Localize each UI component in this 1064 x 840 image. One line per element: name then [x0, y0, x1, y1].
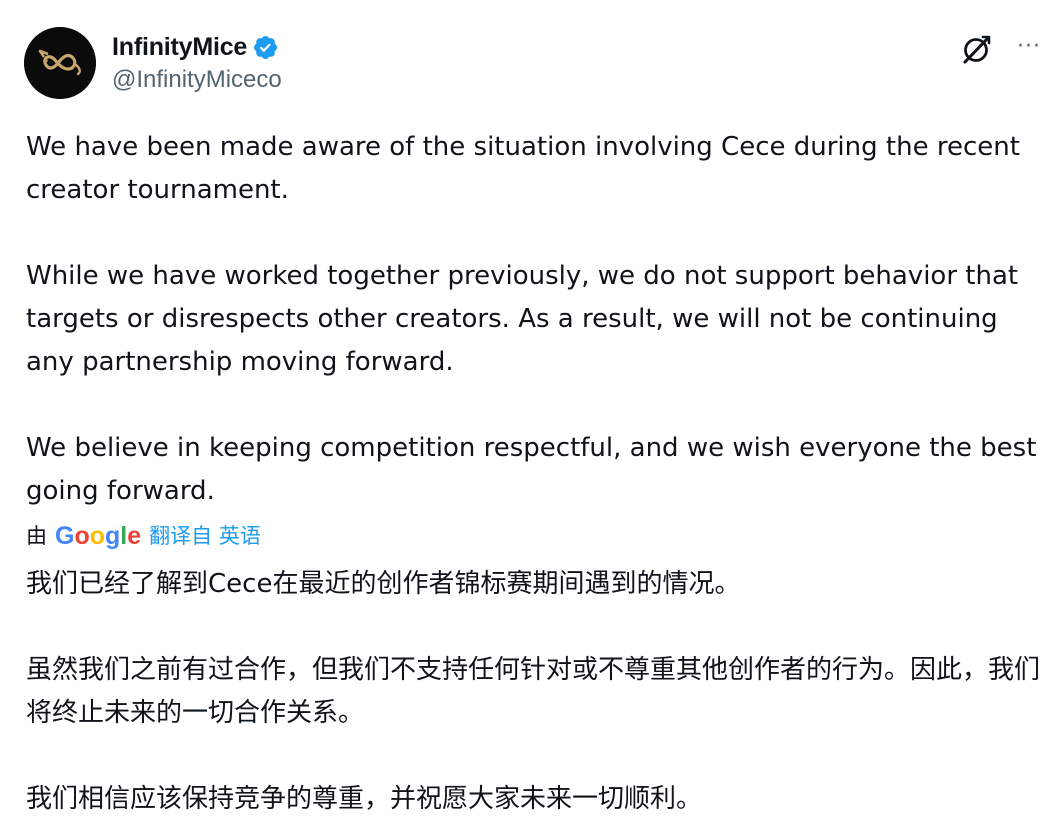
post-paragraph-3: We believe in keeping competition respec…	[26, 433, 1037, 506]
grok-icon[interactable]	[960, 33, 994, 67]
translated-paragraph-3: 我们相信应该保持竞争的尊重，并祝愿大家未来一切顺利。	[26, 784, 703, 814]
translation-attribution: 由 Google 翻译自 英语	[26, 519, 261, 553]
author-handle[interactable]: @InfinityMiceco	[112, 66, 282, 94]
translated-from-link[interactable]: 翻译自 英语	[149, 519, 261, 553]
avatar[interactable]	[24, 27, 96, 99]
translated-paragraph-1: 我们已经了解到Cece在最近的创作者锦标赛期间遇到的情况。	[26, 569, 741, 599]
tweet: InfinityMice @InfinityMiceco ··· We have…	[0, 0, 1064, 840]
verified-badge-icon[interactable]	[252, 34, 279, 61]
translated-by-label: 由	[26, 524, 47, 548]
post-paragraph-2: While we have worked together previously…	[26, 261, 1019, 377]
google-logo: Google	[55, 522, 142, 550]
more-options-icon[interactable]: ···	[1012, 34, 1046, 64]
post-paragraph-1: We have been made aware of the situation…	[26, 132, 1020, 205]
post-text: We have been made aware of the situation…	[26, 126, 1046, 513]
author-name-row: InfinityMice	[112, 30, 279, 64]
translated-text: 我们已经了解到Cece在最近的创作者锦标赛期间遇到的情况。 虽然我们之前有过合作…	[26, 563, 1046, 821]
translated-paragraph-2: 虽然我们之前有过合作，但我们不支持任何针对或不尊重其他创作者的行为。因此，我们将…	[26, 655, 1041, 728]
display-name[interactable]: InfinityMice	[112, 33, 247, 62]
infinity-mouse-logo	[24, 27, 96, 99]
